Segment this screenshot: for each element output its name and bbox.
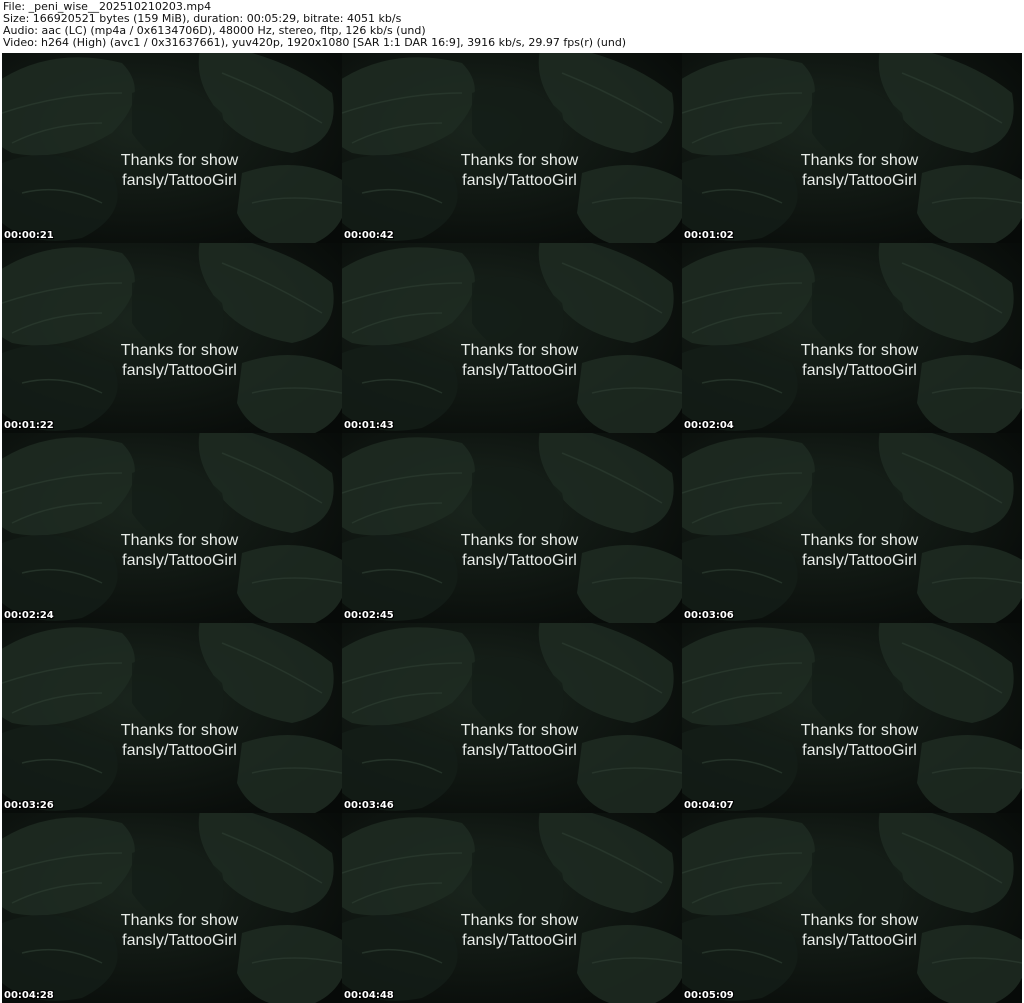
timestamp: 00:04:48 [344,990,394,1001]
timestamp: 00:01:02 [684,230,734,241]
timestamp: 00:02:45 [344,610,394,621]
thumbnail: Thanks for show fansly/TattooGirl 00:03:06 [682,433,1022,623]
caption-line-1: Thanks for show [120,912,239,929]
caption-line-2: fansly/TattooGirl [802,552,917,569]
caption-line-2: fansly/TattooGirl [122,362,237,379]
thumbnail: Thanks for show fansly/TattooGirl 00:04:07 [682,623,1022,813]
leaf-background-image [682,53,1022,243]
leaf-background-image [2,623,342,813]
caption-line-1: Thanks for show [120,342,239,359]
timestamp: 00:00:21 [4,230,54,241]
thumbnail: Thanks for show fansly/TattooGirl 00:00:21 [2,53,342,243]
caption-line-2: fansly/TattooGirl [802,362,917,379]
caption-line-1: Thanks for show [460,532,579,549]
caption-line-2: fansly/TattooGirl [802,742,917,759]
leaf-background-image [342,623,682,813]
timestamp: 00:02:24 [4,610,54,621]
timestamp: 00:01:22 [4,420,54,431]
caption-line-1: Thanks for show [460,152,579,169]
caption-line-1: Thanks for show [460,722,579,739]
leaf-background-image [342,433,682,623]
thumbnail: Thanks for show fansly/TattooGirl 00:05:09 [682,813,1022,1003]
leaf-background-image [682,433,1022,623]
thumbnail: Thanks for show fansly/TattooGirl 00:00:42 [342,53,682,243]
caption-line-2: fansly/TattooGirl [122,742,237,759]
thumbnail: Thanks for show fansly/TattooGirl 00:01:43 [342,243,682,433]
thumbnail: Thanks for show fansly/TattooGirl 00:01:22 [2,243,342,433]
caption-line-1: Thanks for show [120,532,239,549]
caption-line-2: fansly/TattooGirl [462,552,577,569]
leaf-background-image [682,243,1022,433]
caption-line-1: Thanks for show [120,722,239,739]
caption-line-1: Thanks for show [460,912,579,929]
caption-line-1: Thanks for show [800,532,919,549]
leaf-background-image [2,243,342,433]
caption-line-1: Thanks for show [800,912,919,929]
timestamp: 00:03:06 [684,610,734,621]
timestamp: 00:02:04 [684,420,734,431]
video-info-header: File: _peni_wise__202510210203.mp4 Size:… [0,0,1024,52]
caption-line-2: fansly/TattooGirl [122,932,237,949]
thumbnail: Thanks for show fansly/TattooGirl 00:01:02 [682,53,1022,243]
thumbnail: Thanks for show fansly/TattooGirl 00:02:45 [342,433,682,623]
caption-line-1: Thanks for show [120,152,239,169]
timestamp: 00:05:09 [684,990,734,1001]
thumbnail: Thanks for show fansly/TattooGirl 00:04:48 [342,813,682,1003]
thumbnail-grid: Thanks for show fansly/TattooGirl 00:00:21… [2,53,1022,1003]
leaf-background-image [682,623,1022,813]
thumbnail: Thanks for show fansly/TattooGirl 00:03:46 [342,623,682,813]
caption-line-2: fansly/TattooGirl [462,932,577,949]
timestamp: 00:04:28 [4,990,54,1001]
thumbnail: Thanks for show fansly/TattooGirl 00:02:04 [682,243,1022,433]
video-info-line: Video: h264 (High) (avc1 / 0x31637661), … [3,36,627,49]
leaf-background-image [2,53,342,243]
caption-line-2: fansly/TattooGirl [462,362,577,379]
leaf-background-image [342,243,682,433]
caption-line-2: fansly/TattooGirl [462,172,577,189]
caption-line-2: fansly/TattooGirl [462,742,577,759]
leaf-background-image [2,813,342,1003]
timestamp: 00:00:42 [344,230,394,241]
caption-line-1: Thanks for show [800,152,919,169]
leaf-background-image [2,433,342,623]
caption-line-2: fansly/TattooGirl [122,552,237,569]
caption-line-2: fansly/TattooGirl [122,172,237,189]
thumbnail: Thanks for show fansly/TattooGirl 00:04:28 [2,813,342,1003]
leaf-background-image [682,813,1022,1003]
caption-line-2: fansly/TattooGirl [802,172,917,189]
timestamp: 00:04:07 [684,800,734,811]
caption-line-1: Thanks for show [800,342,919,359]
thumbnail: Thanks for show fansly/TattooGirl 00:03:26 [2,623,342,813]
leaf-background-image [342,53,682,243]
leaf-background-image [342,813,682,1003]
caption-line-1: Thanks for show [460,342,579,359]
caption-line-2: fansly/TattooGirl [802,932,917,949]
timestamp: 00:03:46 [344,800,394,811]
thumbnail: Thanks for show fansly/TattooGirl 00:02:24 [2,433,342,623]
timestamp: 00:03:26 [4,800,54,811]
caption-line-1: Thanks for show [800,722,919,739]
timestamp: 00:01:43 [344,420,394,431]
